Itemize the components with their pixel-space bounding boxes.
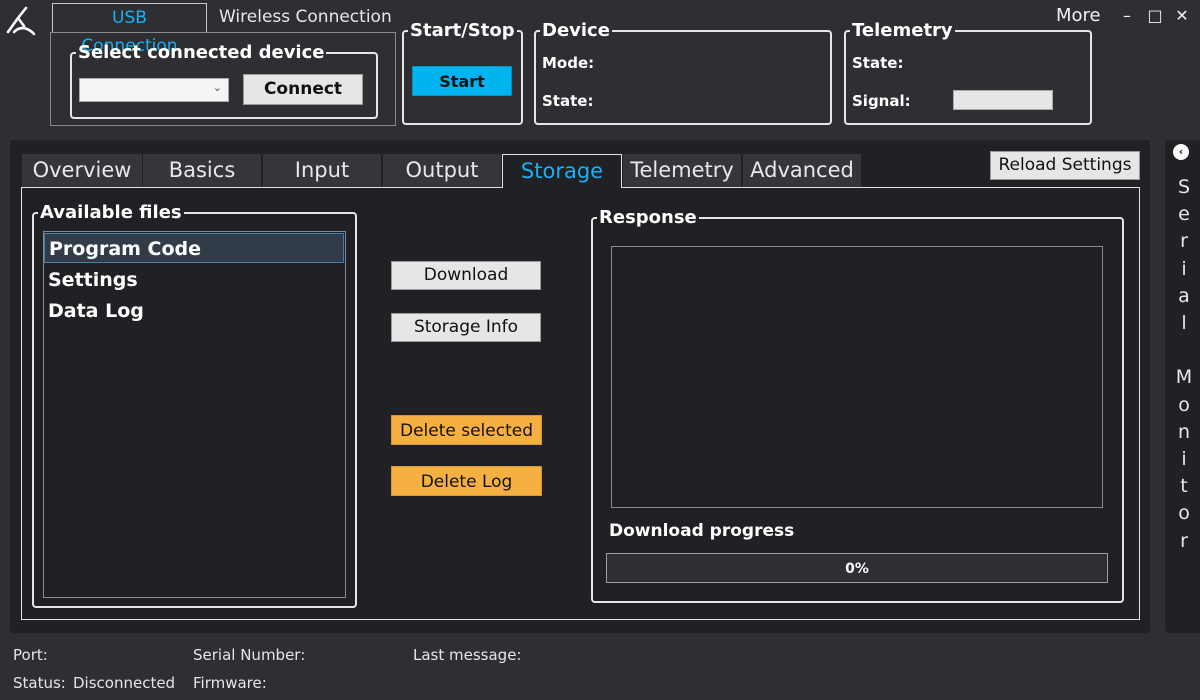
start-stop-legend: Start/Stop [410,20,515,41]
response-textarea[interactable] [611,246,1103,508]
tab-advanced[interactable]: Advanced [743,154,861,187]
serial-number-label: Serial Number: [193,646,306,664]
app-logo-icon [6,6,36,36]
list-item[interactable]: Data Log [48,296,144,326]
tab-basics[interactable]: Basics [143,154,261,187]
maximize-button[interactable]: □ [1145,6,1165,25]
device-select[interactable]: ⌄ [79,78,229,102]
status-label: Status: [13,674,66,692]
telemetry-state-label: State: [852,54,904,72]
tab-wireless-connection[interactable]: Wireless Connection [207,3,404,33]
select-device-legend: Select connected device [78,42,325,63]
list-item[interactable]: Program Code [44,233,344,263]
device-mode-label: Mode: [542,54,595,72]
chevron-down-icon: ⌄ [212,81,222,94]
start-button[interactable]: Start [412,66,512,96]
connect-button[interactable]: Connect [243,74,363,105]
device-state-label: State: [542,92,594,110]
minimize-button[interactable]: – [1117,6,1137,25]
delete-log-button[interactable]: Delete Log [391,466,542,496]
delete-selected-button[interactable]: Delete selected [391,415,542,445]
download-progress-text: 0% [845,561,869,577]
last-message-label: Last message: [413,646,522,664]
tab-input[interactable]: Input [263,154,381,187]
chevron-left-icon[interactable]: ‹ [1173,144,1189,160]
tab-overview[interactable]: Overview [22,154,142,187]
response-legend: Response [599,207,697,228]
tab-output[interactable]: Output [383,154,501,187]
list-item[interactable]: Settings [48,265,138,295]
status-value: Disconnected [73,674,176,692]
telemetry-signal-label: Signal: [852,92,911,110]
tab-usb-connection[interactable]: USB Connection [52,3,207,56]
serial-monitor-label[interactable]: Serial Monitor [1174,174,1194,555]
close-button[interactable]: ✕ [1172,6,1192,25]
available-files-legend: Available files [40,202,182,223]
reload-settings-button[interactable]: Reload Settings [990,151,1140,180]
telemetry-legend: Telemetry [852,20,953,41]
download-progress-bar: 0% [606,553,1108,583]
port-label: Port: [13,646,48,664]
device-legend: Device [542,20,610,41]
storage-info-button[interactable]: Storage Info [391,313,541,342]
tab-telemetry[interactable]: Telemetry [623,154,741,187]
firmware-label: Firmware: [193,674,267,692]
tab-storage[interactable]: Storage [502,154,622,188]
more-menu[interactable]: More [1056,5,1101,26]
download-button[interactable]: Download [391,261,541,290]
signal-strength-bar [953,90,1053,110]
download-progress-label: Download progress [609,521,795,541]
